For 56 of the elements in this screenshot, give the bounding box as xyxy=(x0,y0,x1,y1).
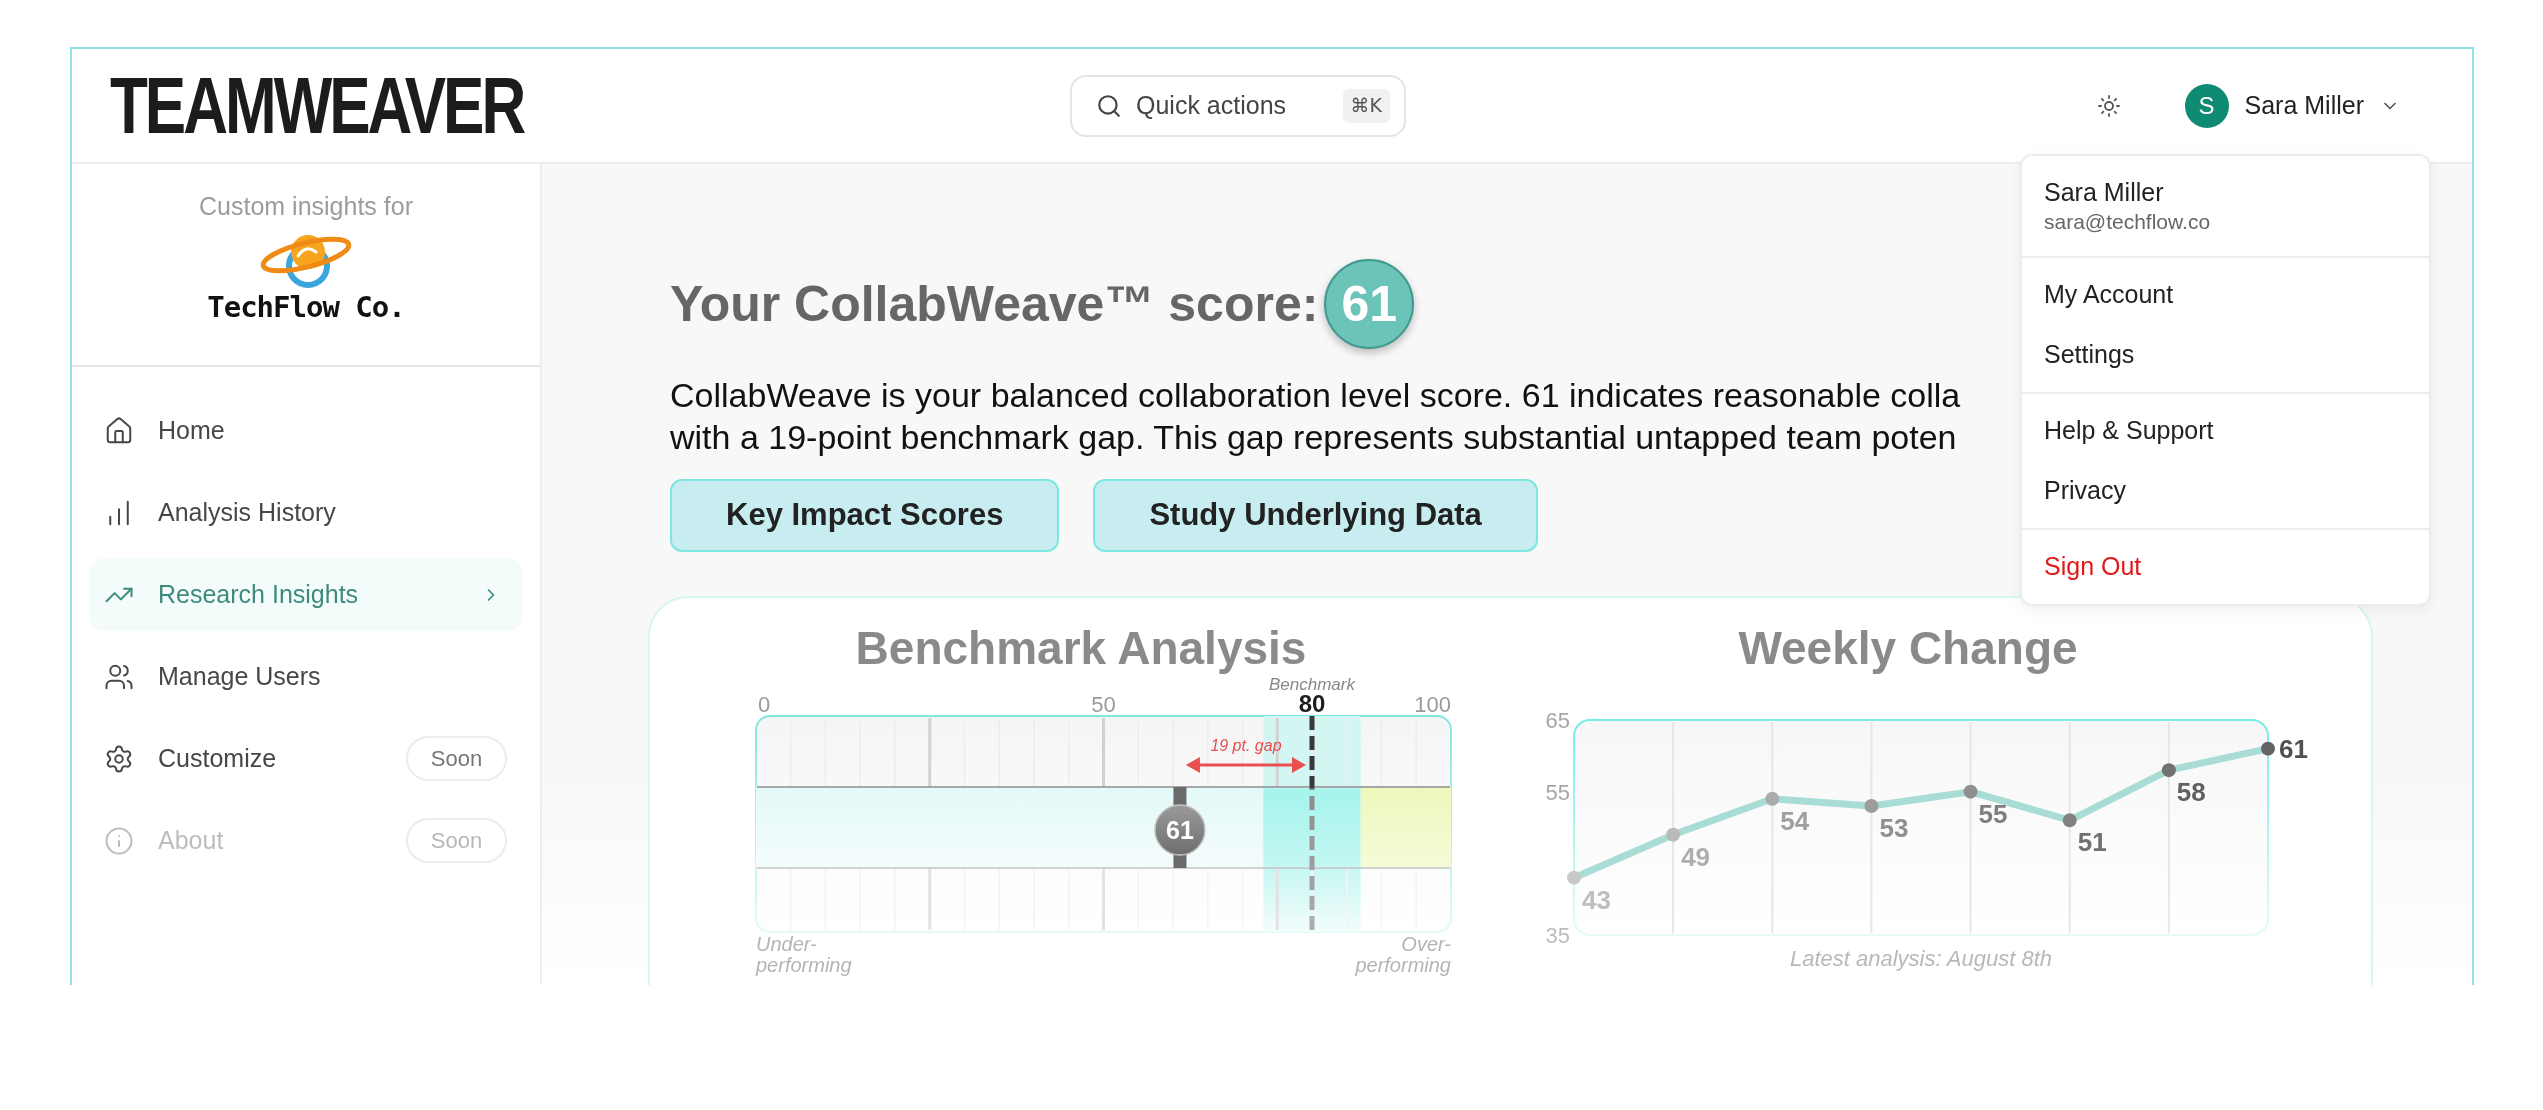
menu-item[interactable]: Settings xyxy=(2022,325,2429,385)
data-point xyxy=(1765,791,1780,806)
data-point xyxy=(2261,741,2275,756)
latest-analysis-caption: Latest analysis: August 8th xyxy=(1788,947,2054,971)
axis-tick-label: 65 xyxy=(1545,708,1570,733)
house-icon xyxy=(104,415,134,446)
user-avatar: S xyxy=(2184,83,2229,128)
data-label: 61 xyxy=(2279,733,2308,764)
data-label: 43 xyxy=(1582,884,1611,915)
score-heading: Your CollabWeave™ score: xyxy=(670,279,1319,329)
menu-user-email: sara@techflow.co xyxy=(2044,209,2211,235)
axis-tick-label: 35 xyxy=(1545,923,1570,947)
scale-label: 0 xyxy=(758,692,771,717)
menu-item[interactable]: Privacy xyxy=(2022,461,2429,521)
data-point xyxy=(2161,763,2176,778)
user-menu-button[interactable]: S Sara Miller xyxy=(2184,83,2400,128)
soon-badge: Soon xyxy=(406,818,507,863)
data-label: 58 xyxy=(2176,777,2206,808)
over-performing-label: Over-performing xyxy=(1354,934,1451,976)
description-text: CollabWeave is your balanced collaboration level score. 61 indicates reasonable colla with a 19-point benchmark gap. This gap represents substantial untapped team poten xyxy=(670,375,1961,458)
under-performing-label: Under-performing xyxy=(756,934,853,976)
brand-logo: TEAMWEAVER xyxy=(110,65,524,146)
menu-item[interactable]: Help & Support xyxy=(2022,401,2429,461)
data-point xyxy=(1864,799,1879,813)
menu-item[interactable]: Sign Out xyxy=(2022,537,2429,597)
sun-icon[interactable] xyxy=(2096,93,2121,118)
data-point xyxy=(1666,827,1681,842)
gap-label: 19 pt. gap xyxy=(1210,737,1282,754)
data-label: 55 xyxy=(1978,798,2008,829)
soon-badge: Soon xyxy=(406,736,507,781)
score-value: 61 xyxy=(1166,816,1194,844)
chart-title: Benchmark Analysis xyxy=(854,624,1308,672)
data-label: 54 xyxy=(1780,805,1810,836)
axis-tick-label: 55 xyxy=(1545,779,1570,805)
chart-title: Weekly Change xyxy=(1737,624,2079,672)
action-button[interactable]: Study Underlying Data xyxy=(1093,479,1538,552)
data-point xyxy=(1567,870,1581,885)
nav-item[interactable]: Research Insights xyxy=(89,558,523,631)
data-label: 51 xyxy=(2077,827,2107,858)
score-badge: 61 xyxy=(1324,259,1415,349)
client-name: TechFlow Co. xyxy=(207,290,405,324)
data-point xyxy=(1963,784,1978,799)
search-icon xyxy=(1096,92,1122,119)
info-icon xyxy=(104,825,134,856)
gear-icon xyxy=(104,743,134,774)
action-button[interactable]: Key Impact Scores xyxy=(670,479,1060,552)
custom-insights-caption: Custom insights for xyxy=(199,191,413,222)
data-label: 49 xyxy=(1681,841,1711,872)
data-label: 53 xyxy=(1879,813,1909,843)
shortcut-key: ⌘K xyxy=(1342,88,1390,123)
scale-label: 100 xyxy=(1414,692,1451,717)
data-point xyxy=(2062,813,2077,828)
scale-label: 50 xyxy=(1091,692,1116,717)
menu-user-name: Sara Miller xyxy=(2044,177,2164,208)
quick-actions-button[interactable]: Quick actions ⌘K xyxy=(1070,74,1406,137)
menu-item[interactable]: My Account xyxy=(2022,265,2429,325)
